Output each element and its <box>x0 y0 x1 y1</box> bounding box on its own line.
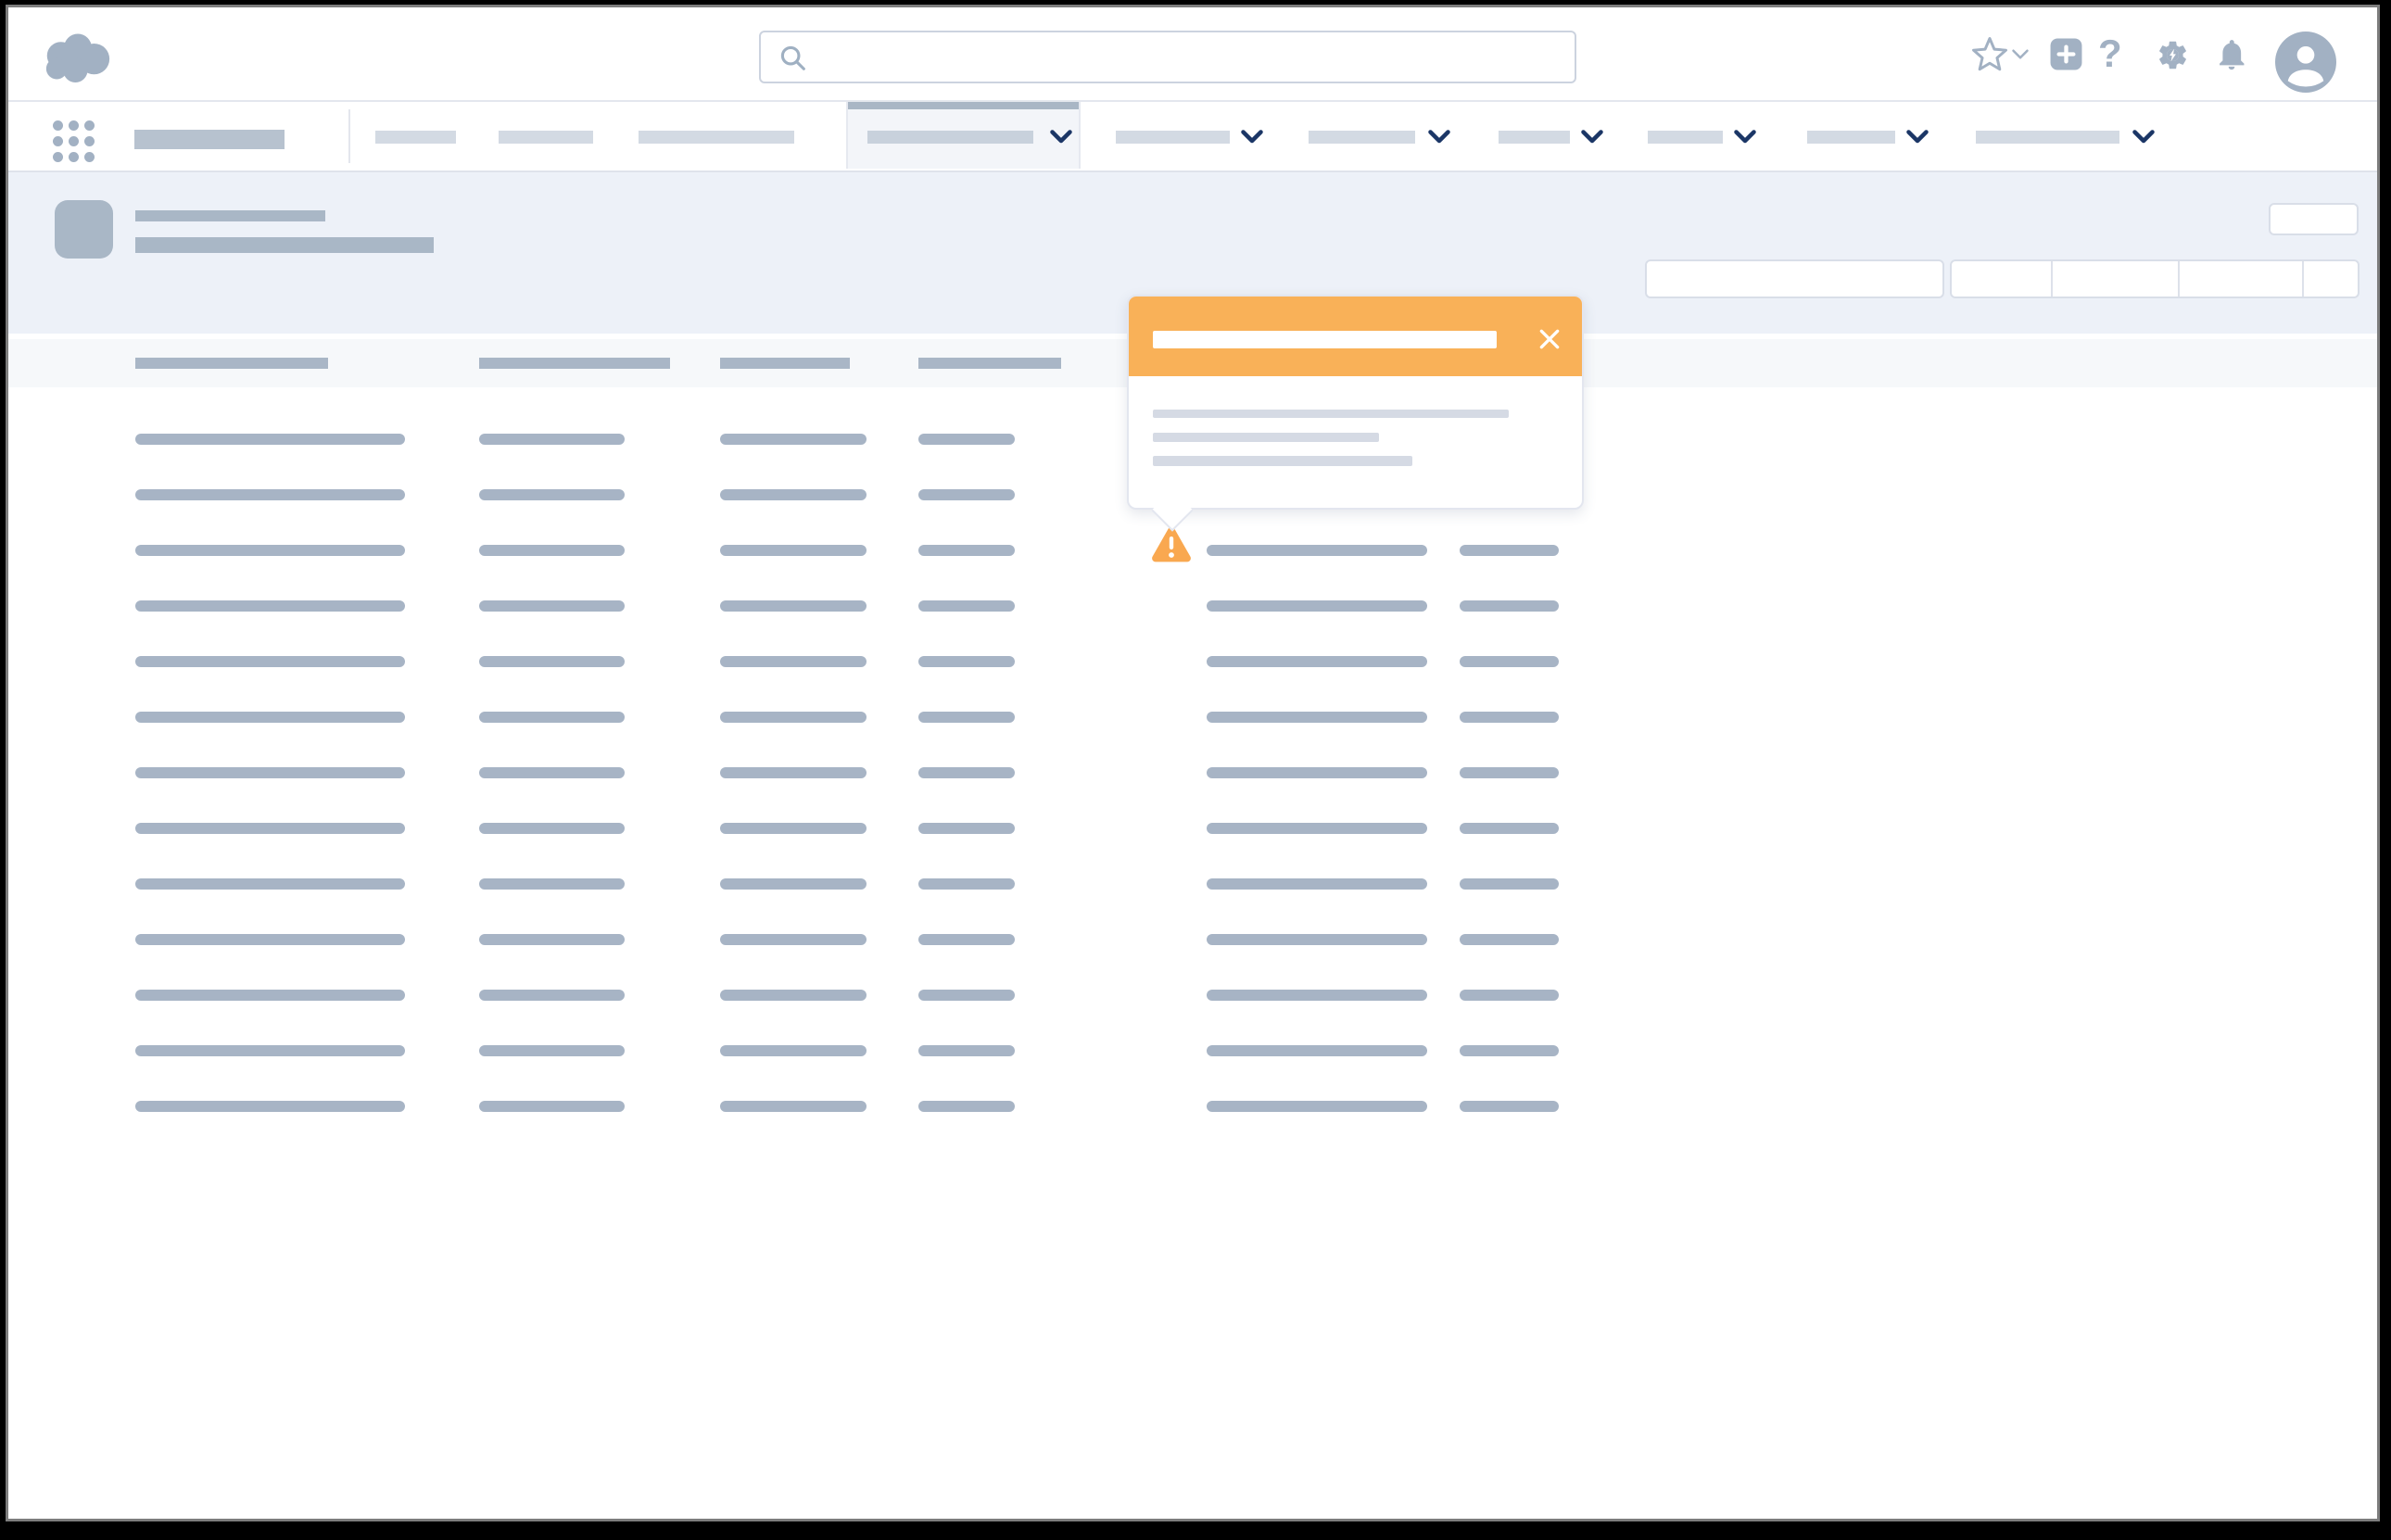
table-row[interactable] <box>93 523 1613 578</box>
popover-text-placeholder <box>1153 410 1509 418</box>
table-row[interactable] <box>93 801 1613 856</box>
cell-placeholder <box>918 1045 1015 1056</box>
screenshot-frame: ? <box>0 0 2391 1540</box>
cell-placeholder <box>720 600 867 612</box>
cell-placeholder <box>720 1101 867 1112</box>
cell-placeholder <box>720 878 867 890</box>
cell-placeholder <box>479 1045 625 1056</box>
cell-placeholder <box>135 934 405 945</box>
cell-placeholder <box>918 990 1015 1001</box>
cell-placeholder <box>918 878 1015 890</box>
cell-placeholder <box>135 434 405 445</box>
cell-placeholder <box>918 934 1015 945</box>
cell-placeholder <box>479 878 625 890</box>
cell-placeholder <box>135 878 405 890</box>
cell-placeholder <box>1460 712 1559 723</box>
cell-placeholder <box>135 1045 405 1056</box>
cell-placeholder <box>479 434 625 445</box>
cell-placeholder <box>1460 1045 1559 1056</box>
cell-placeholder <box>479 656 625 667</box>
cell-placeholder <box>1460 656 1559 667</box>
table-row[interactable] <box>93 1079 1613 1134</box>
cell-placeholder <box>135 656 405 667</box>
cell-placeholder <box>1207 600 1427 612</box>
cell-placeholder <box>1207 767 1427 778</box>
cell-placeholder <box>479 990 625 1001</box>
popover-text-placeholder <box>1153 456 1412 466</box>
cell-placeholder <box>1460 990 1559 1001</box>
cell-placeholder <box>479 1101 625 1112</box>
cell-placeholder <box>720 489 867 500</box>
cell-placeholder <box>1460 934 1559 945</box>
cell-placeholder <box>720 934 867 945</box>
cell-placeholder <box>1207 934 1427 945</box>
app-window: ? <box>6 5 2380 1521</box>
cell-placeholder <box>720 545 867 556</box>
cell-placeholder <box>918 545 1015 556</box>
cell-placeholder <box>479 823 625 834</box>
cell-placeholder <box>918 489 1015 500</box>
cell-placeholder <box>479 489 625 500</box>
cell-placeholder <box>1207 712 1427 723</box>
cell-placeholder <box>918 1101 1015 1112</box>
cell-placeholder <box>720 1045 867 1056</box>
cell-placeholder <box>1460 878 1559 890</box>
cell-placeholder <box>479 600 625 612</box>
cell-placeholder <box>918 434 1015 445</box>
cell-placeholder <box>1460 1101 1559 1112</box>
table-row[interactable] <box>93 745 1613 801</box>
cell-placeholder <box>1207 656 1427 667</box>
cell-placeholder <box>720 712 867 723</box>
cell-placeholder <box>479 934 625 945</box>
table-body <box>6 5 2380 1521</box>
cell-placeholder <box>918 767 1015 778</box>
cell-placeholder <box>1207 990 1427 1001</box>
cell-placeholder <box>479 712 625 723</box>
cell-placeholder <box>479 767 625 778</box>
warning-popover <box>1127 295 1584 510</box>
cell-placeholder <box>720 656 867 667</box>
cell-placeholder <box>135 600 405 612</box>
cell-placeholder <box>1460 600 1559 612</box>
cell-placeholder <box>918 656 1015 667</box>
cell-placeholder <box>1207 823 1427 834</box>
cell-placeholder <box>1460 823 1559 834</box>
cell-placeholder <box>720 767 867 778</box>
popover-title-placeholder <box>1153 331 1497 348</box>
cell-placeholder <box>135 767 405 778</box>
cell-placeholder <box>135 712 405 723</box>
table-row[interactable] <box>93 578 1613 634</box>
table-row[interactable] <box>93 912 1613 967</box>
cell-placeholder <box>1207 545 1427 556</box>
cell-placeholder <box>1460 545 1559 556</box>
popover-text-placeholder <box>1153 433 1379 442</box>
cell-placeholder <box>1460 767 1559 778</box>
cell-placeholder <box>479 545 625 556</box>
cell-placeholder <box>918 712 1015 723</box>
table-row[interactable] <box>93 634 1613 689</box>
cell-placeholder <box>720 434 867 445</box>
table-row[interactable] <box>93 967 1613 1023</box>
cell-placeholder <box>918 823 1015 834</box>
cell-placeholder <box>135 489 405 500</box>
close-icon[interactable] <box>1537 327 1562 351</box>
table-row[interactable] <box>93 689 1613 745</box>
cell-placeholder <box>1207 878 1427 890</box>
cell-placeholder <box>1207 1101 1427 1112</box>
cell-placeholder <box>720 823 867 834</box>
popover-header <box>1129 297 1582 376</box>
table-row[interactable] <box>93 1023 1613 1079</box>
cell-placeholder <box>135 990 405 1001</box>
cell-placeholder <box>135 1101 405 1112</box>
cell-placeholder <box>720 990 867 1001</box>
table-row[interactable] <box>93 856 1613 912</box>
cell-placeholder <box>918 600 1015 612</box>
cell-placeholder <box>135 823 405 834</box>
cell-placeholder <box>1207 1045 1427 1056</box>
cell-placeholder <box>135 545 405 556</box>
